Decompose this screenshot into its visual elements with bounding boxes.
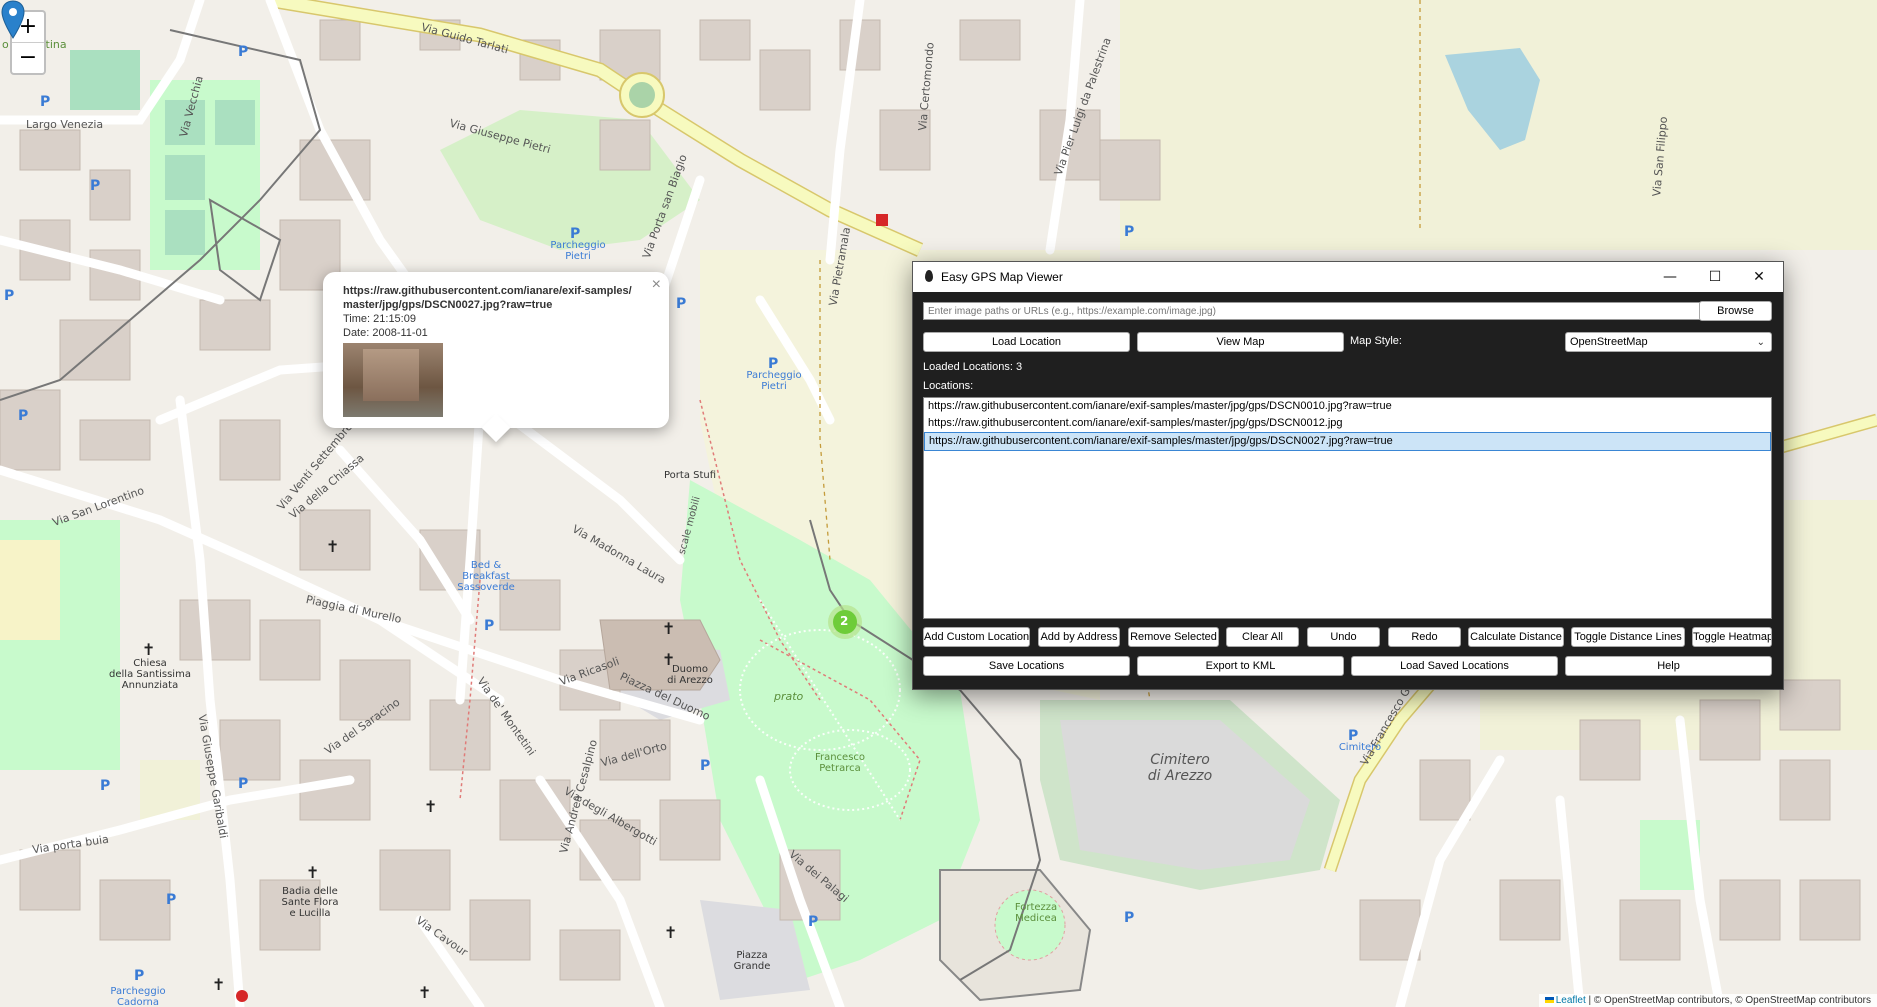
clear-all-button[interactable]: Clear All <box>1226 627 1299 647</box>
map-label-street: Largo Venezia <box>26 118 104 131</box>
browse-button[interactable]: Browse <box>1699 301 1772 321</box>
leaflet-flag-icon <box>1544 997 1554 1003</box>
svg-text:✝: ✝ <box>418 983 431 1002</box>
svg-text:P: P <box>808 914 818 930</box>
chevron-down-icon: ⌄ <box>1756 337 1765 348</box>
cluster-marker[interactable]: 2 <box>840 614 848 628</box>
svg-text:P: P <box>166 892 176 908</box>
svg-text:✝: ✝ <box>664 923 677 942</box>
minimize-button[interactable]: — <box>1650 266 1690 288</box>
app-feather-icon <box>925 270 933 282</box>
map-label-poi: Chiesa della Santissima Annunziata <box>109 658 191 691</box>
svg-text:P: P <box>40 94 50 110</box>
svg-text:✝: ✝ <box>212 975 225 994</box>
list-item[interactable]: https://raw.githubusercontent.com/ianare… <box>924 415 1771 432</box>
window-title: Easy GPS Map Viewer <box>941 270 1063 284</box>
map-style-label: Map Style: <box>1350 335 1402 347</box>
locations-list[interactable]: https://raw.githubusercontent.com/ianare… <box>923 397 1772 619</box>
leaflet-link[interactable]: Leaflet <box>1556 995 1586 1006</box>
map-label-poi: Cimitero di Arezzo <box>1147 752 1213 784</box>
location-pin-icon[interactable] <box>0 0 26 40</box>
map-label-poi: Francesco Petrarca <box>814 752 866 774</box>
svg-text:P: P <box>700 758 710 774</box>
map-label-poi: Cimitero <box>1338 742 1382 753</box>
undo-button[interactable]: Undo <box>1307 627 1380 647</box>
popup-date: Date: 2008-11-01 <box>343 327 428 339</box>
location-popup: × https://raw.githubusercontent.com/iana… <box>323 272 669 443</box>
load-saved-locations-button[interactable]: Load Saved Locations <box>1351 656 1558 676</box>
redo-button[interactable]: Redo <box>1388 627 1461 647</box>
map-label-poi: Duomo di Arezzo <box>667 664 713 686</box>
svg-text:P: P <box>238 776 248 792</box>
remove-selected-button[interactable]: Remove Selected <box>1128 627 1219 647</box>
map-label-poi: Bed & Breakfast Sassoverde <box>457 560 515 593</box>
map-label-parking: Parcheggio Cadorna <box>110 986 166 1007</box>
svg-text:P: P <box>90 178 100 194</box>
app-window: Easy GPS Map Viewer — ☐ ✕ Enter image pa… <box>912 261 1784 690</box>
svg-text:P: P <box>100 778 110 794</box>
close-button[interactable]: ✕ <box>1739 266 1779 288</box>
title-bar[interactable]: Easy GPS Map Viewer — ☐ ✕ <box>913 262 1783 292</box>
list-item[interactable]: https://raw.githubusercontent.com/ianare… <box>924 398 1771 415</box>
load-location-button[interactable]: Load Location <box>923 332 1130 352</box>
svg-text:✝: ✝ <box>662 619 675 638</box>
help-button[interactable]: Help <box>1565 656 1772 676</box>
add-by-address-button[interactable]: Add by Address <box>1038 627 1120 647</box>
svg-text:P: P <box>4 288 14 304</box>
svg-text:P: P <box>134 968 144 984</box>
svg-text:P: P <box>484 618 494 634</box>
popup-close-button[interactable]: × <box>652 276 661 294</box>
svg-text:P: P <box>676 296 686 312</box>
popup-url: https://raw.githubusercontent.com/ianare… <box>343 285 632 311</box>
add-custom-location-button[interactable]: Add Custom Location <box>923 627 1030 647</box>
export-to-kml-button[interactable]: Export to KML <box>1137 656 1344 676</box>
map-label-parking: Parcheggio Pietri <box>746 370 802 392</box>
map-label-parking: Parcheggio Pietri <box>550 240 606 262</box>
list-item-selected[interactable]: https://raw.githubusercontent.com/ianare… <box>924 432 1771 451</box>
svg-text:P: P <box>238 44 248 60</box>
map-label-poi: Piazza Grande <box>733 950 771 972</box>
map-attribution: Leaflet | © OpenStreetMap contributors, … <box>1538 994 1877 1007</box>
svg-text:P: P <box>18 408 28 424</box>
locations-label: Locations: <box>923 380 974 392</box>
attribution-text: | © OpenStreetMap contributors, © OpenSt… <box>1585 995 1871 1006</box>
image-path-input[interactable]: Enter image paths or URLs (e.g., https:/… <box>923 302 1704 320</box>
toggle-distance-lines-button[interactable]: Toggle Distance Lines <box>1571 627 1685 647</box>
calculate-distance-button[interactable]: Calculate Distance <box>1468 627 1564 647</box>
map-style-value: OpenStreetMap <box>1570 336 1648 348</box>
map-label-poi: Porta Stufi <box>664 470 717 481</box>
map-style-select[interactable]: OpenStreetMap ⌄ <box>1565 332 1772 352</box>
toggle-heatmap-button[interactable]: Toggle Heatmap <box>1692 627 1772 647</box>
svg-text:✝: ✝ <box>424 797 437 816</box>
svg-text:P: P <box>1124 910 1134 926</box>
maximize-button[interactable]: ☐ <box>1695 266 1735 288</box>
save-locations-button[interactable]: Save Locations <box>923 656 1130 676</box>
svg-text:P: P <box>1124 224 1134 240</box>
map-label-poi: Badia delle Sante Flora e Lucilla <box>281 886 339 919</box>
zoom-out-button[interactable]: − <box>12 42 44 73</box>
popup-thumbnail-image <box>343 343 443 417</box>
popup-content: https://raw.githubusercontent.com/ianare… <box>343 284 633 417</box>
map-label-poi: Fortezza Medicea <box>1014 902 1058 924</box>
popup-time: Time: 21:15:09 <box>343 313 416 325</box>
map-label-area: prato <box>774 690 804 703</box>
svg-text:✝: ✝ <box>326 537 339 556</box>
svg-text:✝: ✝ <box>142 640 155 659</box>
loaded-locations-count: Loaded Locations: 3 <box>923 361 1023 373</box>
svg-text:✝: ✝ <box>306 863 319 882</box>
view-map-button[interactable]: View Map <box>1137 332 1344 352</box>
